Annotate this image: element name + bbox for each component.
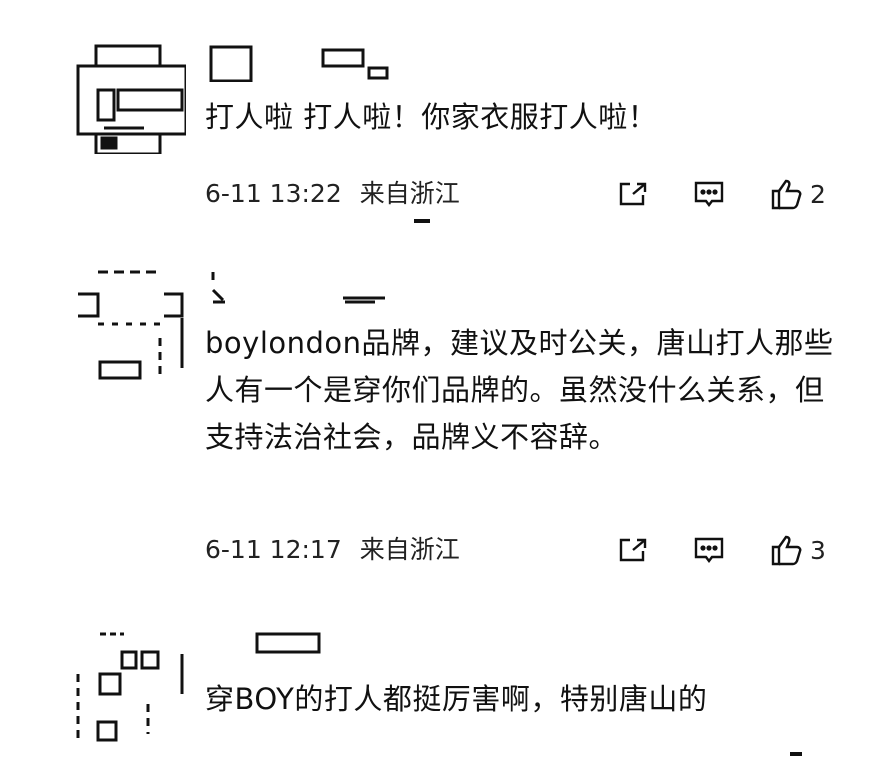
username-mask[interactable] bbox=[205, 630, 395, 668]
avatar[interactable] bbox=[74, 630, 186, 742]
comment-location: 来自浙江 bbox=[359, 179, 460, 208]
avatar[interactable] bbox=[74, 42, 186, 154]
comment-actions: 2 bbox=[618, 176, 838, 212]
comment-meta: 6-11 13:22 来自浙江 bbox=[205, 176, 460, 212]
separator-mark bbox=[414, 219, 430, 223]
comment-text: boylondon品牌，建议及时公关，唐山打人那些人有一个是穿你们品牌的。虽然没… bbox=[205, 326, 834, 454]
reply-icon bbox=[694, 181, 724, 207]
reply-button[interactable] bbox=[693, 180, 725, 208]
username-mask[interactable] bbox=[205, 268, 395, 306]
like-button[interactable]: 3 bbox=[770, 534, 826, 566]
share-icon bbox=[619, 538, 647, 562]
like-icon bbox=[771, 179, 802, 210]
like-icon bbox=[771, 535, 802, 566]
share-button[interactable] bbox=[618, 537, 648, 563]
like-count: 3 bbox=[810, 535, 826, 565]
comment-meta: 6-11 12:17 来自浙江 bbox=[205, 532, 460, 568]
share-icon bbox=[619, 182, 647, 206]
comment-time: 6-11 13:22 bbox=[205, 179, 342, 208]
comment-text: 穿BOY的打人都挺厉害啊，特别唐山的 bbox=[205, 682, 708, 716]
comment-actions: 3 bbox=[618, 532, 838, 568]
reply-button[interactable] bbox=[693, 536, 725, 564]
separator-mark bbox=[790, 752, 802, 756]
comment-location: 来自浙江 bbox=[359, 535, 460, 564]
comment-time: 6-11 12:17 bbox=[205, 535, 342, 564]
like-count: 2 bbox=[810, 179, 826, 209]
reply-icon bbox=[694, 537, 724, 563]
comment-text: 打人啦 打人啦！你家衣服打人啦！ bbox=[205, 100, 658, 134]
share-button[interactable] bbox=[618, 181, 648, 207]
like-button[interactable]: 2 bbox=[770, 178, 826, 210]
username-mask[interactable] bbox=[205, 44, 395, 82]
avatar[interactable] bbox=[74, 268, 186, 380]
